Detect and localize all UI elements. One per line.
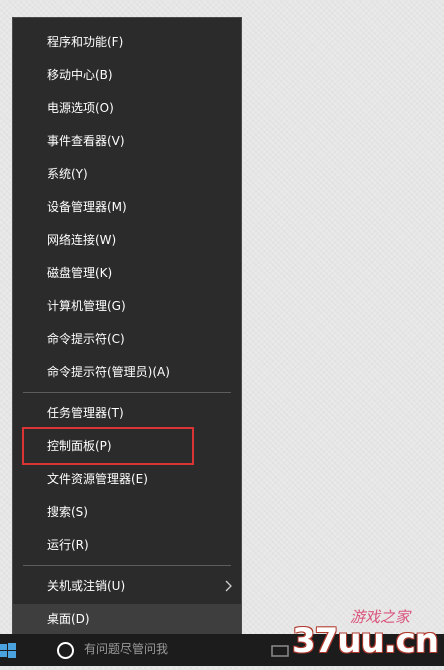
- menu-item-event-viewer[interactable]: 事件查看器(V): [13, 126, 241, 156]
- menu-item-command-prompt-admin[interactable]: 命令提示符(管理员)(A): [13, 357, 241, 387]
- menu-item-run[interactable]: 运行(R): [13, 530, 241, 560]
- menu-separator: [23, 392, 231, 393]
- menu-item-network-connections[interactable]: 网络连接(W): [13, 225, 241, 255]
- menu-item-system[interactable]: 系统(Y): [13, 159, 241, 189]
- chevron-right-icon: [225, 571, 233, 601]
- menu-item-device-manager[interactable]: 设备管理器(M): [13, 192, 241, 222]
- menu-item-file-explorer[interactable]: 文件资源管理器(E): [13, 464, 241, 494]
- menu-item-command-prompt[interactable]: 命令提示符(C): [13, 324, 241, 354]
- cortana-icon[interactable]: [57, 642, 74, 659]
- menu-item-computer-management[interactable]: 计算机管理(G): [13, 291, 241, 321]
- watermark-logo: 37uu.cn: [292, 621, 439, 661]
- menu-separator: [23, 565, 231, 566]
- menu-item-task-manager[interactable]: 任务管理器(T): [13, 398, 241, 428]
- control-panel-highlight-box: [22, 427, 194, 465]
- windows-start-button[interactable]: [0, 634, 40, 666]
- menu-item-disk-management[interactable]: 磁盘管理(K): [13, 258, 241, 288]
- menu-item-power-options[interactable]: 电源选项(O): [13, 93, 241, 123]
- menu-item-shutdown-signout[interactable]: 关机或注销(U): [13, 571, 241, 601]
- menu-item-search[interactable]: 搜索(S): [13, 497, 241, 527]
- menu-item-programs-features[interactable]: 程序和功能(F): [13, 27, 241, 57]
- menu-item-mobility-center[interactable]: 移动中心(B): [13, 60, 241, 90]
- menu-item-label: 关机或注销(U): [47, 579, 126, 593]
- menu-item-desktop[interactable]: 桌面(D): [13, 604, 241, 634]
- winx-context-menu: 程序和功能(F) 移动中心(B) 电源选项(O) 事件查看器(V) 系统(Y) …: [12, 17, 242, 641]
- windows-start-icon: [0, 643, 16, 658]
- taskbar-search-box[interactable]: 有问题尽管问我: [84, 634, 168, 666]
